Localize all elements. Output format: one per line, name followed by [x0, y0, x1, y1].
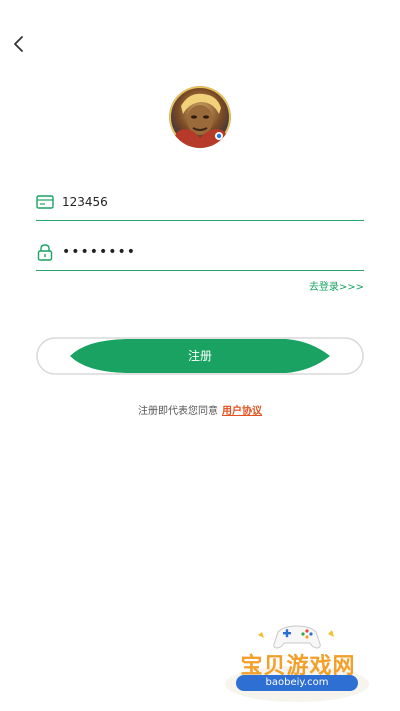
agreement-text: 注册即代表您同意 用户协议 — [0, 402, 400, 417]
id-card-icon — [36, 195, 54, 209]
username-input[interactable] — [62, 191, 352, 213]
avatar[interactable] — [169, 86, 231, 148]
agreement-prefix: 注册即代表您同意 — [138, 406, 218, 417]
back-button[interactable] — [8, 30, 32, 58]
register-label: 注册 — [187, 349, 212, 363]
goto-login-link[interactable]: 去登录>>> — [309, 278, 364, 293]
site-watermark-logo: 宝贝游戏网 baobeiy.com — [222, 618, 372, 704]
user-agreement-link[interactable]: 用户协议 — [222, 406, 262, 417]
register-button[interactable]: 注册 — [36, 337, 364, 375]
password-field[interactable] — [36, 236, 364, 271]
username-field[interactable] — [36, 186, 364, 221]
password-input[interactable] — [62, 241, 352, 263]
watermark-url: baobeiy.com — [236, 675, 358, 691]
lock-icon — [37, 244, 53, 261]
chevron-left-icon — [14, 36, 23, 52]
